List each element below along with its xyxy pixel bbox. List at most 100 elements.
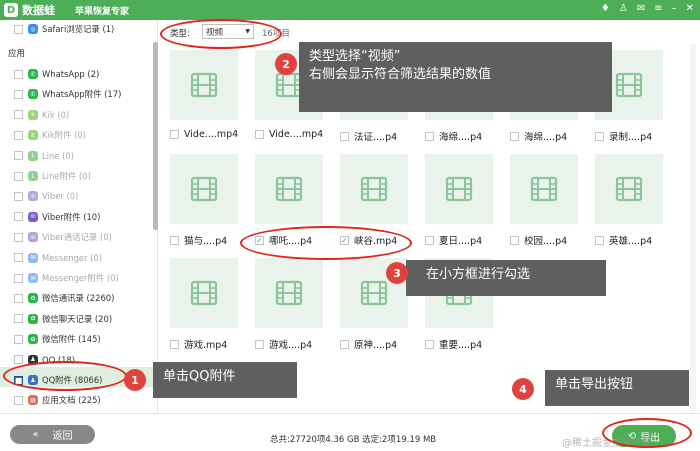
- checkbox[interactable]: [340, 339, 349, 349]
- checkbox[interactable]: [595, 235, 604, 245]
- video-thumbnail[interactable]: [425, 154, 493, 224]
- close-icon[interactable]: ✕: [686, 3, 694, 14]
- sidebar-item[interactable]: ✆ WhatsApp (2): [14, 67, 99, 81]
- sidebar-item[interactable]: ☏ Viber通话记录 (0): [14, 230, 112, 244]
- checkbox[interactable]: [14, 110, 23, 120]
- sidebar-item[interactable]: ☏ Viber (0): [14, 189, 78, 203]
- checkbox[interactable]: [14, 212, 23, 222]
- video-thumbnail[interactable]: [255, 258, 323, 328]
- file-item[interactable]: 游戏.mp4: [170, 337, 227, 351]
- checkbox[interactable]: [14, 130, 23, 140]
- diamond-icon[interactable]: ♦: [601, 3, 610, 14]
- checkbox[interactable]: [595, 131, 604, 141]
- video-thumbnail[interactable]: [255, 154, 323, 224]
- sidebar-item-label: Messenger附件 (0): [42, 273, 119, 283]
- file-item[interactable]: 英雄....p4: [595, 233, 652, 247]
- checkbox[interactable]: [255, 130, 264, 139]
- file-item[interactable]: 夏日....p4: [425, 233, 482, 247]
- file-item[interactable]: 猫与....p4: [170, 233, 227, 247]
- checkbox[interactable]: [14, 355, 23, 365]
- chat-icon[interactable]: ✉: [637, 3, 645, 14]
- sidebar-item-safari-history[interactable]: ◎ Safari浏览记录 (1): [14, 22, 114, 36]
- messenger-icon: ✉: [28, 252, 38, 263]
- checkbox[interactable]: [14, 171, 23, 181]
- sidebar-item[interactable]: ▤ 应用文档 (225): [14, 393, 101, 407]
- video-thumbnail[interactable]: [170, 258, 238, 328]
- sidebar-item[interactable]: L Line附件 (0): [14, 169, 91, 183]
- callout-3: 在小方框进行勾选: [406, 260, 606, 296]
- checkbox[interactable]: [14, 232, 23, 242]
- checkbox[interactable]: [14, 314, 23, 324]
- sidebar-item[interactable]: ✆ WhatsApp附件 (17): [14, 87, 121, 101]
- checkbox[interactable]: [14, 151, 23, 161]
- callout-2: 类型选择“视频” 右侧会显示符合筛选结果的数值: [299, 42, 612, 112]
- file-name: 游戏.mp4: [184, 340, 228, 351]
- checkbox[interactable]: [14, 191, 23, 201]
- checkbox[interactable]: [170, 235, 179, 245]
- step-badge-1: 1: [124, 369, 146, 391]
- minimize-icon[interactable]: –: [672, 3, 677, 14]
- file-item[interactable]: 原神....p4: [340, 337, 397, 351]
- checkbox[interactable]: [510, 235, 519, 245]
- viber-icon: ☏: [28, 211, 38, 222]
- checkbox[interactable]: [425, 235, 434, 245]
- sidebar-item[interactable]: ✉ Messenger (0): [14, 251, 102, 265]
- checkbox[interactable]: [14, 253, 23, 263]
- film-icon: [445, 176, 473, 202]
- grid-scrollbar[interactable]: [690, 44, 696, 413]
- file-item[interactable]: Vide....mp4: [170, 129, 238, 140]
- checkbox[interactable]: [170, 130, 179, 139]
- checkbox[interactable]: [14, 89, 23, 99]
- sidebar-item[interactable]: ✉ Messenger附件 (0): [14, 271, 119, 285]
- file-item[interactable]: 校园....p4: [510, 233, 567, 247]
- app-logo: D 数据蛙: [4, 2, 75, 18]
- sidebar-item-label: WhatsApp (2): [42, 69, 100, 79]
- checkbox[interactable]: [255, 339, 264, 349]
- window-controls: ♦ ♙ ✉ ≡ – ✕: [601, 3, 694, 14]
- file-item[interactable]: Vide....mp4: [255, 129, 323, 140]
- checkbox[interactable]: [510, 131, 519, 141]
- wechat-icon: ✿: [28, 334, 38, 345]
- sidebar-item-label: 微信通讯录 (2260): [42, 293, 115, 304]
- file-name: 原神....p4: [354, 340, 398, 351]
- file-item[interactable]: 重要....p4: [425, 337, 482, 351]
- sidebar-item-label: Viber通话记录 (0): [42, 232, 112, 243]
- checkbox[interactable]: [425, 339, 434, 349]
- sidebar-item[interactable]: ☏ Viber附件 (10): [14, 210, 100, 224]
- sidebar-item[interactable]: k Kik (0): [14, 108, 69, 122]
- sidebar-item-label: Messenger (0): [42, 252, 103, 263]
- checkbox[interactable]: [340, 131, 349, 141]
- checkbox[interactable]: [14, 293, 23, 303]
- callout-2-line2: 右侧会显示符合筛选结果的数值: [309, 67, 492, 82]
- video-thumbnail[interactable]: [170, 154, 238, 224]
- file-name: 夏日....p4: [439, 236, 483, 247]
- sidebar-item[interactable]: ✿ 微信聊天记录 (20): [14, 312, 112, 326]
- checkbox[interactable]: [14, 334, 23, 344]
- checkbox[interactable]: [14, 395, 23, 405]
- file-item[interactable]: 游戏....p4: [255, 337, 312, 351]
- checkbox[interactable]: [14, 273, 23, 283]
- back-button-label: 返回: [52, 431, 73, 442]
- file-item[interactable]: 录制....p4: [595, 129, 652, 143]
- video-thumbnail[interactable]: [340, 154, 408, 224]
- checkbox[interactable]: [14, 69, 23, 79]
- sidebar-item[interactable]: ✿ 微信附件 (145): [14, 332, 101, 346]
- checkbox[interactable]: [14, 24, 23, 34]
- sidebar-item-label: Line附件 (0): [42, 171, 91, 181]
- file-item[interactable]: 海绵....p4: [425, 129, 482, 143]
- menu-icon[interactable]: ≡: [654, 3, 662, 14]
- shirt-icon[interactable]: ♙: [619, 3, 628, 14]
- film-icon: [530, 176, 558, 202]
- sidebar-item[interactable]: ✿ 微信通讯录 (2260): [14, 291, 114, 305]
- back-button[interactable]: « 返回: [10, 425, 95, 444]
- file-item[interactable]: 海绵....p4: [510, 129, 567, 143]
- checkbox[interactable]: [425, 131, 434, 141]
- video-thumbnail[interactable]: [510, 154, 578, 224]
- video-thumbnail[interactable]: [170, 50, 238, 120]
- video-thumbnail[interactable]: [595, 154, 663, 224]
- sidebar-item[interactable]: k Kik附件 (0): [14, 128, 86, 142]
- file-item[interactable]: 法证....p4: [340, 129, 397, 143]
- step-badge-4: 4: [512, 378, 534, 400]
- sidebar-item[interactable]: L Line (0): [14, 149, 74, 163]
- checkbox[interactable]: [170, 339, 179, 349]
